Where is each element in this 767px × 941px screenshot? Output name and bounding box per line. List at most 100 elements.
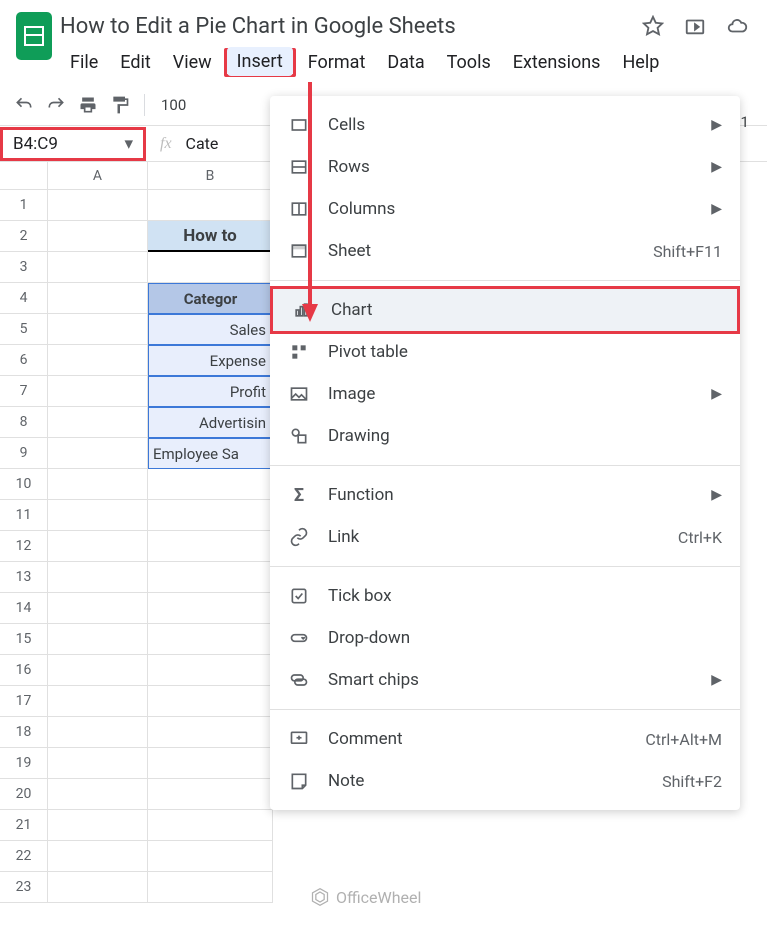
print-icon[interactable] xyxy=(74,91,102,119)
row-header[interactable]: 14 xyxy=(0,593,48,624)
cell[interactable] xyxy=(148,810,273,841)
paint-format-icon[interactable] xyxy=(106,91,134,119)
cell[interactable] xyxy=(148,717,273,748)
menu-data[interactable]: Data xyxy=(377,48,434,77)
row-header[interactable]: 22 xyxy=(0,841,48,872)
row-header[interactable]: 19 xyxy=(0,748,48,779)
menu-format[interactable]: Format xyxy=(298,48,376,77)
row-header[interactable]: 20 xyxy=(0,779,48,810)
menu-item-comment[interactable]: Comment Ctrl+Alt+M xyxy=(270,718,740,760)
menu-help[interactable]: Help xyxy=(612,48,669,77)
redo-icon[interactable] xyxy=(42,91,70,119)
menu-item-cells[interactable]: Cells ▶ xyxy=(270,104,740,146)
menu-item-note[interactable]: Note Shift+F2 xyxy=(270,760,740,802)
cell[interactable] xyxy=(148,686,273,717)
cell[interactable] xyxy=(48,438,148,469)
cell[interactable] xyxy=(48,252,148,283)
cell[interactable] xyxy=(48,221,148,252)
col-header-a[interactable]: A xyxy=(48,162,148,190)
cell[interactable] xyxy=(48,562,148,593)
row-header[interactable]: 11 xyxy=(0,500,48,531)
name-box[interactable]: B4:C9 ▾ xyxy=(0,127,146,161)
menu-item-pivot[interactable]: Pivot table xyxy=(270,331,740,373)
select-all-cell[interactable] xyxy=(0,162,48,190)
cell[interactable]: Profit xyxy=(148,376,273,407)
menu-item-dropdown[interactable]: Drop-down xyxy=(270,617,740,659)
menu-edit[interactable]: Edit xyxy=(110,48,160,77)
move-icon[interactable] xyxy=(681,12,709,40)
col-header-b[interactable]: B xyxy=(148,162,273,190)
row-header[interactable]: 9 xyxy=(0,438,48,469)
menu-item-smartchips[interactable]: Smart chips ▶ xyxy=(270,659,740,701)
cell[interactable] xyxy=(48,376,148,407)
row-header[interactable]: 4 xyxy=(0,283,48,314)
cell[interactable] xyxy=(48,717,148,748)
cell[interactable] xyxy=(48,810,148,841)
cell[interactable] xyxy=(148,624,273,655)
cell[interactable] xyxy=(48,872,148,903)
cell[interactable] xyxy=(148,190,273,221)
cell[interactable] xyxy=(48,686,148,717)
undo-icon[interactable] xyxy=(10,91,38,119)
cell[interactable] xyxy=(148,531,273,562)
menu-item-tickbox[interactable]: Tick box xyxy=(270,575,740,617)
row-header[interactable]: 10 xyxy=(0,469,48,500)
row-header[interactable]: 12 xyxy=(0,531,48,562)
cell[interactable] xyxy=(48,593,148,624)
menu-extensions[interactable]: Extensions xyxy=(503,48,611,77)
star-icon[interactable] xyxy=(639,12,667,40)
row-header[interactable]: 18 xyxy=(0,717,48,748)
cell[interactable] xyxy=(48,407,148,438)
cell[interactable] xyxy=(48,190,148,221)
cell[interactable] xyxy=(148,252,273,283)
row-header[interactable]: 16 xyxy=(0,655,48,686)
row-header[interactable]: 21 xyxy=(0,810,48,841)
menu-insert[interactable]: Insert xyxy=(227,47,293,76)
cell[interactable]: Advertisin xyxy=(148,407,273,438)
cell[interactable] xyxy=(148,500,273,531)
cells[interactable]: How to CategorSalesExpenseProfitAdvertisi… xyxy=(48,190,273,903)
cell[interactable] xyxy=(148,841,273,872)
cell[interactable] xyxy=(48,624,148,655)
cell[interactable] xyxy=(48,500,148,531)
menu-item-image[interactable]: Image ▶ xyxy=(270,373,740,415)
cell[interactable] xyxy=(48,531,148,562)
menu-item-link[interactable]: Link Ctrl+K xyxy=(270,516,740,558)
cell[interactable]: How to xyxy=(148,221,273,252)
cell[interactable]: Sales xyxy=(148,314,273,345)
row-header[interactable]: 7 xyxy=(0,376,48,407)
menu-item-columns[interactable]: Columns ▶ xyxy=(270,188,740,230)
menu-item-function[interactable]: Σ Function ▶ xyxy=(270,474,740,516)
menu-item-sheet[interactable]: Sheet Shift+F11 xyxy=(270,230,740,272)
cell[interactable] xyxy=(148,562,273,593)
cell[interactable] xyxy=(148,748,273,779)
cell[interactable] xyxy=(48,655,148,686)
document-title[interactable]: How to Edit a Pie Chart in Google Sheets xyxy=(60,14,456,39)
cloud-icon[interactable] xyxy=(723,12,751,40)
cell[interactable] xyxy=(48,469,148,500)
formula-preview[interactable]: Cate xyxy=(186,134,219,153)
menu-item-rows[interactable]: Rows ▶ xyxy=(270,146,740,188)
sheets-logo[interactable] xyxy=(8,8,60,60)
cell[interactable]: Categor xyxy=(148,283,273,314)
row-header[interactable]: 6 xyxy=(0,345,48,376)
row-header[interactable]: 13 xyxy=(0,562,48,593)
cell[interactable] xyxy=(148,872,273,903)
row-header[interactable]: 23 xyxy=(0,872,48,903)
row-header[interactable]: 1 xyxy=(0,190,48,221)
cell[interactable]: Expense xyxy=(148,345,273,376)
row-header[interactable]: 3 xyxy=(0,252,48,283)
menu-view[interactable]: View xyxy=(163,48,222,77)
menu-item-chart[interactable]: Chart xyxy=(270,286,740,334)
cell[interactable] xyxy=(48,748,148,779)
cell[interactable] xyxy=(148,655,273,686)
menu-item-drawing[interactable]: Drawing xyxy=(270,415,740,457)
row-header[interactable]: 2 xyxy=(0,221,48,252)
row-header[interactable]: 17 xyxy=(0,686,48,717)
cell[interactable] xyxy=(48,841,148,872)
zoom-value[interactable]: 100 xyxy=(155,96,192,114)
menu-tools[interactable]: Tools xyxy=(437,48,501,77)
row-header[interactable]: 5 xyxy=(0,314,48,345)
row-header[interactable]: 15 xyxy=(0,624,48,655)
cell[interactable] xyxy=(148,593,273,624)
